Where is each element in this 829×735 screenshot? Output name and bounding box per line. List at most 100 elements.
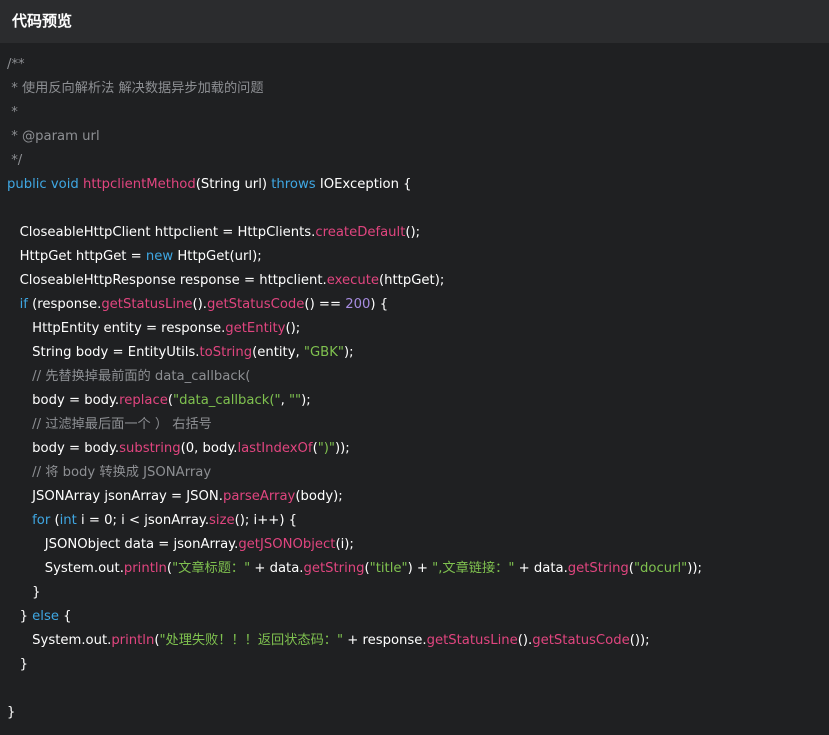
code-token: IOException {	[319, 177, 412, 192]
code-line: // 先替换掉最前面的 data_callback(	[7, 365, 829, 389]
code-line: CloseableHttpClient httpclient = HttpCli…	[7, 221, 829, 245]
code-token: ());	[629, 633, 650, 648]
code-block[interactable]: /** * 使用反向解析法 解决数据异步加载的问题 * * @param url…	[0, 53, 829, 735]
code-token: JSONObject data = jsonArray.	[7, 537, 239, 552]
code-token: size	[209, 513, 235, 528]
code-token: System.out.	[7, 561, 124, 576]
code-token: "GBK"	[303, 345, 344, 360]
code-token: ,	[280, 393, 289, 408]
code-token: getStatusLine	[101, 297, 193, 312]
code-token: replace	[119, 393, 168, 408]
code-line: System.out.println("处理失败！！！返回状态码：" + res…	[7, 629, 829, 653]
code-line: /**	[7, 53, 829, 77]
code-token: getStatusCode	[206, 297, 305, 312]
code-line: JSONObject data = jsonArray.getJSONObjec…	[7, 533, 829, 557]
code-preview-panel: 代码预览 /** * 使用反向解析法 解决数据异步加载的问题 * * @para…	[0, 0, 829, 735]
code-token: // 先替换掉最前面的 data_callback(	[7, 369, 251, 384]
code-token: * 使用反向解析法 解决数据异步加载的问题	[7, 81, 264, 96]
code-line: for (int i = 0; i < jsonArray.size(); i+…	[7, 509, 829, 533]
code-token: body = body.	[7, 393, 120, 408]
code-token: getJSONObject	[238, 537, 336, 552]
code-token: (httpGet);	[379, 273, 445, 288]
code-line: * 使用反向解析法 解决数据异步加载的问题	[7, 77, 829, 101]
code-line: // 将 body 转换成 JSONArray	[7, 461, 829, 485]
code-line: }	[7, 701, 829, 725]
code-token: parseArray	[222, 489, 296, 504]
code-token: "data_callback("	[173, 393, 281, 408]
code-token: (); i++) {	[234, 513, 298, 528]
code-token: getString	[303, 561, 365, 576]
code-line: // 过滤掉最后面一个 ） 右括号	[7, 413, 829, 437]
code-token: getEntity	[225, 321, 286, 336]
code-token: "docurl"	[633, 561, 688, 576]
code-token: + response.	[343, 633, 427, 648]
code-token: );	[343, 345, 354, 360]
code-token: HttpGet(url);	[177, 249, 262, 264]
code-token: ) +	[407, 561, 433, 576]
code-token: /**	[7, 57, 25, 72]
code-token: toString	[199, 345, 253, 360]
code-token: "文章标题："	[172, 561, 251, 576]
panel-title: 代码预览	[0, 0, 829, 43]
code-line: */	[7, 149, 829, 173]
code-token: ",文章链接："	[432, 561, 515, 576]
code-line: HttpGet httpGet = new HttpGet(url);	[7, 245, 829, 269]
code-token: int	[59, 513, 82, 528]
code-token: println	[123, 561, 167, 576]
code-token: else	[32, 609, 64, 624]
code-token: ().	[192, 297, 207, 312]
code-token: + data.	[250, 561, 304, 576]
code-line: public void httpclientMethod(String url)…	[7, 173, 829, 197]
code-token: ) {	[370, 297, 389, 312]
code-token: * @param url	[7, 129, 100, 144]
code-line: if (response.getStatusLine().getStatusCo…	[7, 293, 829, 317]
code-token: );	[301, 393, 311, 408]
code-line: HttpEntity entity = response.getEntity()…	[7, 317, 829, 341]
code-token: }	[7, 657, 28, 672]
code-token: }	[7, 705, 16, 720]
code-token: ));	[687, 561, 702, 576]
code-token: */	[7, 153, 23, 168]
code-token: CloseableHttpClient httpclient = HttpCli…	[7, 225, 316, 240]
code-line: CloseableHttpResponse response = httpcli…	[7, 269, 829, 293]
code-token: JSONArray jsonArray = JSON.	[7, 489, 223, 504]
code-token: ));	[335, 441, 350, 456]
code-token: i = 0; i < jsonArray.	[81, 513, 210, 528]
code-token: (i);	[335, 537, 354, 552]
code-token: ();	[405, 225, 421, 240]
code-token: }	[7, 585, 41, 600]
code-token: httpclientMethod	[82, 177, 196, 192]
code-token: public void	[7, 177, 83, 192]
code-token: () ==	[304, 297, 346, 312]
code-line: System.out.println("文章标题：" + data.getStr…	[7, 557, 829, 581]
code-token: ")"	[317, 441, 335, 456]
code-token: if	[7, 297, 33, 312]
code-token: getString	[567, 561, 629, 576]
code-line: }	[7, 581, 829, 605]
code-token: getStatusLine	[426, 633, 518, 648]
code-token: CloseableHttpResponse response = httpcli…	[7, 273, 327, 288]
code-token: (entity,	[252, 345, 304, 360]
code-line: String body = EntityUtils.toString(entit…	[7, 341, 829, 365]
code-token: "title"	[369, 561, 408, 576]
code-token: for	[7, 513, 55, 528]
code-line: body = body.replace("data_callback(", ""…	[7, 389, 829, 413]
code-line: JSONArray jsonArray = JSON.parseArray(bo…	[7, 485, 829, 509]
code-token: (String url)	[195, 177, 272, 192]
code-line: body = body.substring(0, body.lastIndexO…	[7, 437, 829, 461]
code-token: execute	[326, 273, 379, 288]
code-token: ""	[288, 393, 302, 408]
code-token: HttpGet httpGet =	[7, 249, 146, 264]
code-token: + data.	[514, 561, 568, 576]
code-token: 200	[345, 297, 371, 312]
code-token: getStatusCode	[532, 633, 630, 648]
code-token: HttpEntity entity = response.	[7, 321, 226, 336]
code-token: throws	[271, 177, 320, 192]
code-token: {	[63, 609, 72, 624]
code-token: createDefault	[315, 225, 406, 240]
code-token: println	[111, 633, 155, 648]
code-token: // 将 body 转换成 JSONArray	[7, 465, 212, 480]
code-token: ().	[517, 633, 533, 648]
